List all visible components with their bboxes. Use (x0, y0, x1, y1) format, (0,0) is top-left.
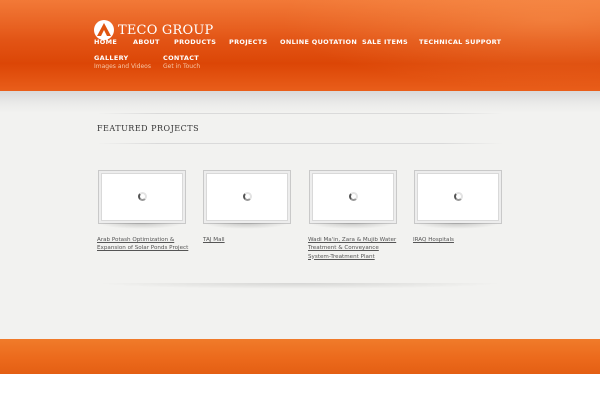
nav-gallery-subtitle: Images and Videos (94, 63, 151, 70)
nav-projects[interactable]: PROJECTS (229, 38, 267, 46)
site-header: TECO GROUP HOME ABOUT PRODUCTS PROJECTS … (0, 0, 600, 91)
divider-top (97, 113, 503, 114)
main-content (0, 91, 600, 339)
thumbnail-shadow (203, 223, 289, 229)
loading-spinner-icon (138, 192, 147, 201)
nav-contact[interactable]: CONTACT (163, 54, 199, 62)
teco-logo-icon (94, 20, 114, 40)
brand-logo[interactable]: TECO GROUP (94, 20, 213, 40)
nav-gallery[interactable]: GALLERY (94, 54, 129, 62)
nav-sale-items[interactable]: SALE ITEMS (362, 38, 408, 46)
loading-spinner-icon (349, 192, 358, 201)
project-thumbnail[interactable] (414, 170, 502, 224)
loading-spinner-icon (243, 192, 252, 201)
project-caption-link[interactable]: IRAQ Hospitals (413, 236, 508, 244)
project-caption-link[interactable]: Arab Potash Optimization & Expansion of … (97, 236, 189, 253)
project-thumbnail[interactable] (98, 170, 186, 224)
section-bottom-shadow (95, 283, 505, 289)
nav-online-quotation[interactable]: ONLINE QUOTATION (280, 38, 357, 46)
nav-home[interactable]: HOME (94, 38, 117, 46)
page-bottom (0, 374, 600, 400)
project-thumbnail[interactable] (309, 170, 397, 224)
site-footer (0, 339, 600, 374)
nav-contact-subtitle: Get in Touch (163, 63, 201, 70)
nav-technical-support[interactable]: TECHNICAL SUPPORT (419, 38, 501, 46)
thumbnail-shadow (98, 223, 184, 229)
brand-name: TECO GROUP (118, 22, 214, 38)
nav-about[interactable]: ABOUT (133, 38, 160, 46)
project-caption-link[interactable]: Wadi Ma'in, Zara & Mujib Water Treatment… (308, 236, 400, 261)
loading-spinner-icon (454, 192, 463, 201)
header-shadow (0, 91, 600, 113)
thumbnail-shadow (309, 223, 395, 229)
thumbnail-shadow (414, 223, 500, 229)
divider-title (97, 143, 503, 144)
project-caption-link[interactable]: TAJ Mall (203, 236, 298, 244)
project-thumbnail[interactable] (203, 170, 291, 224)
featured-projects-title: FEATURED PROJECTS (97, 124, 200, 133)
nav-products[interactable]: PRODUCTS (174, 38, 216, 46)
